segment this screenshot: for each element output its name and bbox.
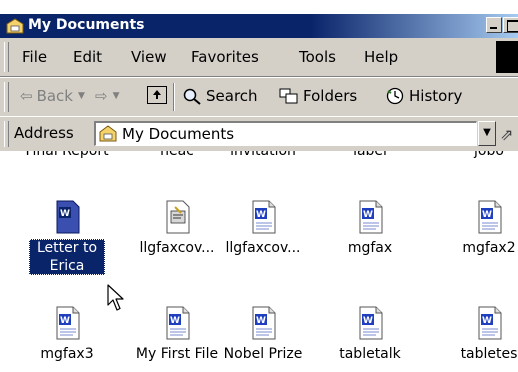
forward-button[interactable]: ⇨ ▼ xyxy=(95,87,120,105)
file-item[interactable]: W My First File xyxy=(132,305,222,363)
file-item[interactable]: jobo xyxy=(444,151,518,160)
my-documents-folder-icon xyxy=(99,125,117,142)
file-item[interactable]: W mgfax3 xyxy=(22,305,112,363)
my-documents-folder-icon xyxy=(6,18,24,34)
menu-favorites[interactable]: Favorites xyxy=(191,48,259,66)
menu-edit[interactable]: Edit xyxy=(73,48,102,66)
mouse-pointer-icon xyxy=(107,284,124,311)
menu-tools[interactable]: Tools xyxy=(299,48,336,66)
svg-text:W: W xyxy=(482,316,492,326)
word-document-icon: W xyxy=(56,306,80,340)
svg-text:W: W xyxy=(170,316,180,326)
svg-text:W: W xyxy=(60,316,70,326)
file-label: neac xyxy=(160,151,194,159)
menu-view[interactable]: View xyxy=(131,48,167,66)
back-button[interactable]: ⇦ Back ▼ xyxy=(20,87,85,105)
file-label: llgfaxcov... xyxy=(139,240,215,256)
back-dropdown-icon[interactable]: ▼ xyxy=(78,91,85,101)
word-document-icon: W xyxy=(478,200,502,234)
search-icon xyxy=(183,88,201,105)
up-folder-icon[interactable] xyxy=(147,86,167,104)
windows-logo-icon xyxy=(496,41,518,73)
word-document-icon: W xyxy=(56,200,80,234)
fax-cover-icon xyxy=(166,200,190,234)
svg-text:W: W xyxy=(482,210,492,220)
back-arrow-icon: ⇦ xyxy=(20,87,33,105)
word-document-icon: W xyxy=(252,200,276,234)
folders-icon xyxy=(279,88,298,104)
file-item-selected[interactable]: W Letter to Erica xyxy=(22,199,112,275)
file-label: jobo xyxy=(474,151,504,159)
search-button[interactable]: Search xyxy=(182,87,258,105)
svg-text:W: W xyxy=(60,209,70,219)
folders-button[interactable]: Folders xyxy=(279,87,357,105)
maximize-button[interactable] xyxy=(503,17,518,33)
file-item[interactable]: label xyxy=(325,151,415,160)
toolbar-grip[interactable] xyxy=(4,82,9,112)
file-label: Final Report xyxy=(25,151,109,159)
history-icon xyxy=(386,87,404,105)
file-label: llgfaxcov... xyxy=(225,240,301,256)
address-bar: Address My Documents ▼ ⇗ xyxy=(0,116,518,152)
file-view[interactable]: Final Report neac invitation label jobo … xyxy=(0,151,518,372)
minimize-button[interactable] xyxy=(486,17,502,33)
title-bar[interactable]: My Documents xyxy=(0,14,518,38)
file-label: tabletes xyxy=(460,346,518,362)
file-item[interactable]: W tabletalk xyxy=(325,305,415,363)
address-input[interactable]: My Documents xyxy=(94,121,477,146)
word-document-icon: W xyxy=(359,200,383,234)
forward-arrow-icon: ⇨ xyxy=(95,87,108,105)
address-dropdown-button[interactable]: ▼ xyxy=(478,121,496,146)
file-item[interactable]: W mgfax xyxy=(325,199,415,257)
forward-dropdown-icon[interactable]: ▼ xyxy=(113,91,120,101)
window-title: My Documents xyxy=(28,17,145,33)
standard-toolbar: ⇦ Back ▼ ⇨ ▼ Search Folders History xyxy=(0,77,518,117)
file-item[interactable]: W llgfaxcov... xyxy=(218,199,308,257)
chevron-down-icon: ▼ xyxy=(483,127,491,138)
word-document-icon: W xyxy=(252,306,276,340)
address-label: Address xyxy=(14,124,74,142)
file-item[interactable]: llgfaxcov... xyxy=(132,199,222,257)
history-button[interactable]: History xyxy=(385,87,462,105)
search-label: Search xyxy=(206,87,258,105)
file-label: Nobel Prize xyxy=(223,346,303,362)
file-label: mgfax2 xyxy=(462,240,516,256)
word-document-icon: W xyxy=(166,306,190,340)
menu-file[interactable]: File xyxy=(22,48,47,66)
back-label: Back xyxy=(36,87,73,105)
file-label: invitation xyxy=(230,151,296,159)
file-label: My First File xyxy=(135,346,219,362)
svg-text:W: W xyxy=(256,316,266,326)
history-label: History xyxy=(409,87,463,105)
file-label: label xyxy=(353,151,387,159)
svg-text:W: W xyxy=(363,316,373,326)
file-item[interactable]: neac xyxy=(132,151,222,160)
menu-help[interactable]: Help xyxy=(364,48,398,66)
svg-text:W: W xyxy=(363,210,373,220)
word-document-icon: W xyxy=(359,306,383,340)
menu-bar: File Edit View Favorites Tools Help xyxy=(0,38,518,77)
menu-grip[interactable] xyxy=(4,42,9,72)
svg-text:W: W xyxy=(256,210,266,220)
address-grip[interactable] xyxy=(4,121,9,147)
file-item[interactable]: W tabletes xyxy=(444,305,518,363)
file-item[interactable]: invitation xyxy=(218,151,308,160)
file-label: tabletalk xyxy=(339,346,401,362)
word-document-icon: W xyxy=(478,306,502,340)
file-item[interactable]: W mgfax2 xyxy=(444,199,518,257)
file-label: mgfax3 xyxy=(40,346,94,362)
address-value: My Documents xyxy=(122,125,235,143)
file-label: Letter to Erica xyxy=(29,239,105,275)
file-item[interactable]: W Nobel Prize xyxy=(218,305,308,363)
file-item[interactable]: Final Report xyxy=(22,151,112,160)
toolbar-separator xyxy=(173,83,175,111)
file-label: mgfax xyxy=(347,240,393,256)
folders-label: Folders xyxy=(303,87,358,105)
go-arrow-icon[interactable]: ⇗ xyxy=(500,125,513,144)
